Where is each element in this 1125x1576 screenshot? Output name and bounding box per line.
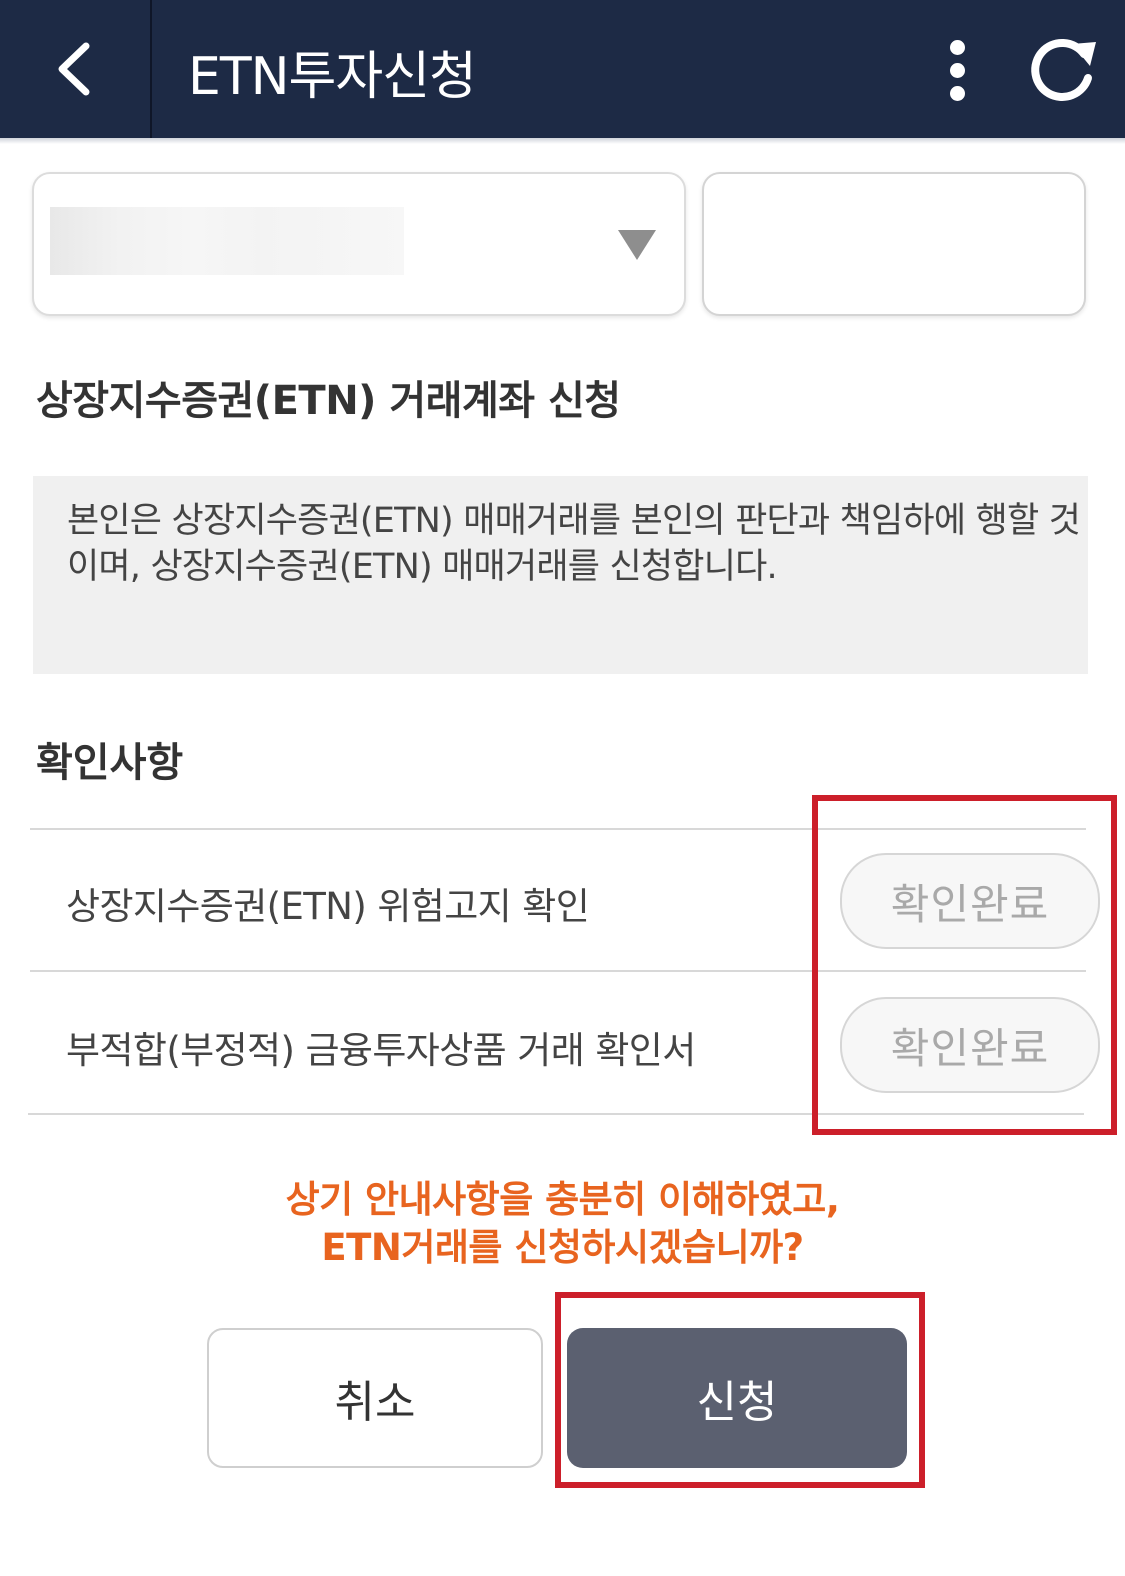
divider bbox=[28, 1113, 1084, 1115]
risk-notice-confirm-button[interactable]: 확인완료 bbox=[840, 853, 1100, 949]
more-options-button[interactable] bbox=[930, 30, 986, 110]
unsuitable-product-confirm-button[interactable]: 확인완료 bbox=[840, 997, 1100, 1093]
confirm-question-line2: ETN거래를 신청하시겠습니까? bbox=[321, 1226, 804, 1269]
account-select[interactable] bbox=[32, 172, 686, 316]
cancel-button[interactable]: 취소 bbox=[207, 1328, 543, 1468]
section-title: 상장지수증권(ETN) 거래계좌 신청 bbox=[36, 378, 621, 424]
refresh-icon bbox=[1031, 38, 1096, 101]
back-button[interactable] bbox=[0, 0, 152, 138]
risk-notice-label: 상장지수증권(ETN) 위험고지 확인 bbox=[66, 885, 590, 928]
submit-button[interactable]: 신청 bbox=[567, 1328, 907, 1468]
confirm-question: 상기 안내사항을 충분히 이해하였고, ETN거래를 신청하시겠습니까? bbox=[0, 1176, 1125, 1272]
divider bbox=[30, 828, 1086, 830]
password-input[interactable] bbox=[702, 172, 1086, 316]
chevron-left-icon bbox=[58, 42, 90, 96]
header-shadow bbox=[0, 138, 1125, 144]
page-title: ETN투자신청 bbox=[188, 47, 477, 107]
dropdown-triangle-icon bbox=[618, 230, 656, 260]
account-number-masked bbox=[50, 207, 404, 275]
refresh-button[interactable] bbox=[1026, 30, 1100, 110]
notice-text: 본인은 상장지수증권(ETN) 매매거래를 본인의 판단과 책임하에 행할 것이… bbox=[67, 501, 1081, 587]
divider bbox=[30, 970, 1086, 972]
app-header: ETN투자신청 bbox=[0, 0, 1125, 138]
unsuitable-product-label: 부적합(부정적) 금융투자상품 거래 확인서 bbox=[66, 1029, 696, 1072]
confirm-question-line1: 상기 안내사항을 충분히 이해하였고, bbox=[285, 1178, 840, 1221]
notice-box: 본인은 상장지수증권(ETN) 매매거래를 본인의 판단과 책임하에 행할 것이… bbox=[33, 476, 1088, 674]
confirmations-title: 확인사항 bbox=[36, 740, 184, 786]
